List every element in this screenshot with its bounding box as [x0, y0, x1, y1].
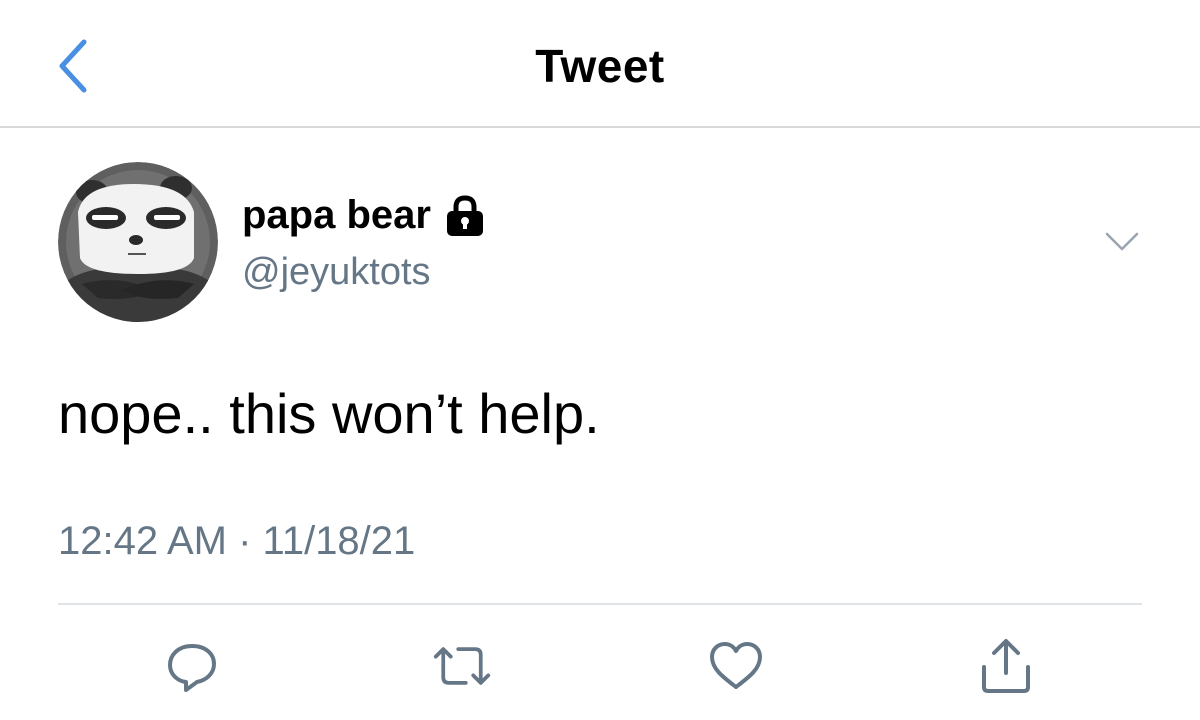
author-handle[interactable]: @jeyuktots [242, 248, 431, 296]
retweet-icon [433, 647, 491, 685]
reply-button[interactable] [162, 636, 222, 696]
author-name[interactable]: papa bear [242, 190, 487, 240]
reply-icon [168, 644, 216, 692]
author-name-text: papa bear [242, 193, 431, 237]
lock-icon [443, 194, 487, 238]
heart-icon [710, 642, 762, 689]
retweet-button[interactable] [432, 636, 492, 696]
tweet-timestamp[interactable]: 12:42 AM · 11/18/21 [58, 515, 415, 567]
divider [58, 603, 1142, 605]
page-title: Tweet [535, 40, 665, 92]
share-icon [982, 639, 1030, 693]
more-options-button[interactable] [1100, 222, 1144, 262]
navigation-header: Tweet [0, 0, 1200, 128]
avatar[interactable] [58, 162, 218, 322]
chevron-down-icon [1105, 232, 1139, 251]
tweet-text: nope.. this won’t help. [58, 382, 600, 445]
share-button[interactable] [976, 636, 1036, 696]
panda-avatar-icon [58, 162, 218, 322]
tweet-detail-screen: Tweet papa bear @jeyuktots nope.. this w… [0, 0, 1200, 720]
like-button[interactable] [706, 636, 766, 696]
